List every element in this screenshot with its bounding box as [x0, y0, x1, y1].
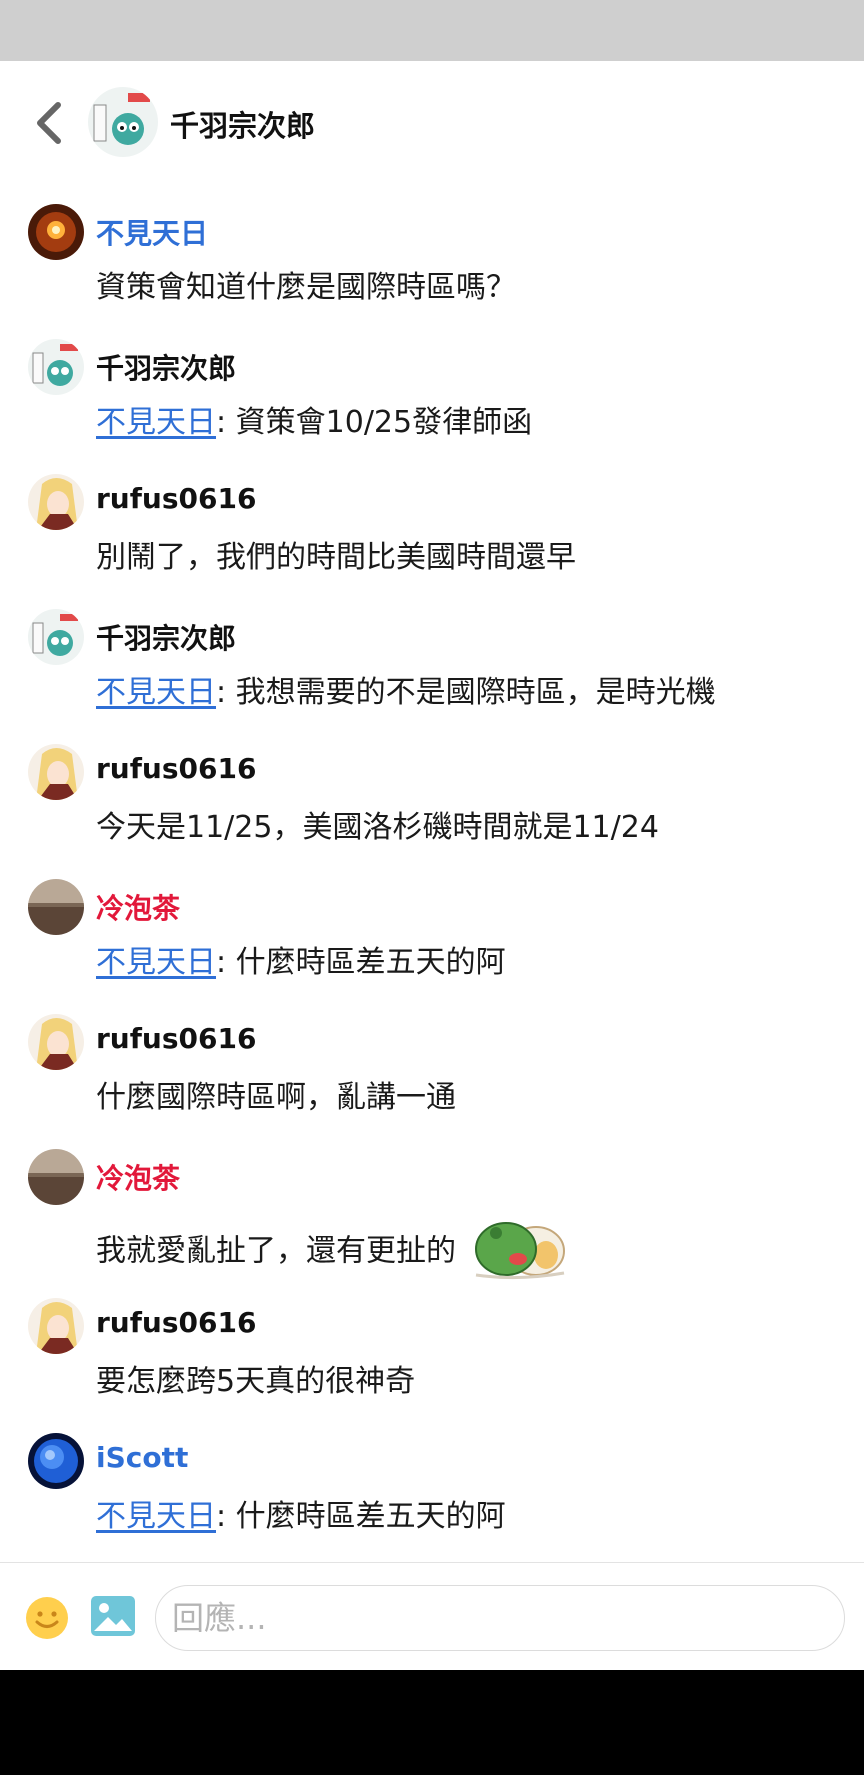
user-avatar[interactable] — [28, 474, 84, 530]
user-avatar[interactable] — [28, 879, 84, 935]
message-text: 不見天日: 資策會10/25發律師函 — [96, 397, 532, 441]
header-avatar[interactable] — [88, 87, 158, 157]
username[interactable]: rufus0616 — [96, 482, 256, 515]
message-body: : 什麼時區差五天的阿 — [216, 945, 506, 980]
user-avatar[interactable] — [28, 204, 84, 260]
landscape-avatar-icon — [28, 1149, 84, 1205]
user-avatar[interactable] — [28, 744, 84, 800]
landscape-avatar-icon — [28, 879, 84, 935]
username[interactable]: 千羽宗次郎 — [96, 617, 236, 657]
system-nav-bar — [0, 1670, 864, 1775]
mention-link[interactable]: 不見天日 — [96, 675, 216, 710]
user-avatar[interactable] — [28, 339, 84, 395]
username[interactable]: 冷泡茶 — [96, 1157, 180, 1197]
emoji-button[interactable] — [24, 1595, 70, 1641]
message-text: 要怎麼跨5天真的很神奇 — [96, 1364, 416, 1399]
cartoon-avatar-icon — [28, 609, 84, 665]
composer-bar — [0, 1562, 864, 1671]
message-text: 不見天日: 我想需要的不是國際時區，是時光機 — [96, 667, 716, 711]
anime-girl-avatar-icon — [28, 744, 84, 800]
mention-link[interactable]: 不見天日 — [96, 1499, 216, 1534]
smiley-icon — [26, 1597, 68, 1639]
user-avatar[interactable] — [28, 1433, 84, 1489]
message-body: : 資策會10/25發律師函 — [216, 405, 533, 440]
username[interactable]: iScott — [96, 1441, 188, 1474]
message-text: 別鬧了，我們的時間比美國時間還早 — [96, 540, 576, 575]
user-avatar[interactable] — [28, 1149, 84, 1205]
user-avatar[interactable] — [28, 1298, 84, 1354]
chevron-left-icon — [37, 102, 61, 144]
planet-avatar-icon — [28, 1433, 84, 1489]
anime-girl-avatar-icon — [28, 1014, 84, 1070]
anime-girl-avatar-icon — [28, 1298, 84, 1354]
cartoon-avatar-icon — [28, 339, 84, 395]
user-avatar[interactable] — [28, 609, 84, 665]
cartoon-avatar-icon — [88, 87, 158, 157]
username[interactable]: rufus0616 — [96, 1306, 256, 1339]
image-button[interactable] — [90, 1595, 136, 1637]
message-body: : 我想需要的不是國際時區，是時光機 — [216, 675, 716, 710]
message-text: 我就愛亂扯了，還有更扯的 — [96, 1215, 570, 1289]
mention-link[interactable]: 不見天日 — [96, 405, 216, 440]
reply-input[interactable] — [155, 1585, 845, 1651]
message-text: 不見天日: 什麼時區差五天的阿 — [96, 937, 506, 981]
mention-link[interactable]: 不見天日 — [96, 945, 216, 980]
message-body: 我就愛亂扯了，還有更扯的 — [96, 1233, 456, 1269]
message-body: : 什麼時區差五天的阿 — [216, 1499, 506, 1534]
message-text: 什麼國際時區啊，亂講一通 — [96, 1080, 456, 1115]
username[interactable]: 冷泡茶 — [96, 887, 180, 927]
chat-header: 千羽宗次郎 — [0, 61, 864, 183]
username[interactable]: 不見天日 — [96, 212, 208, 252]
username[interactable]: rufus0616 — [96, 752, 256, 785]
message-text: 今天是11/25，美國洛杉磯時間就是11/24 — [96, 810, 659, 845]
image-icon — [91, 1596, 135, 1636]
message-text: 不見天日: 什麼時區差五天的阿 — [96, 1491, 506, 1535]
frog-sticker — [466, 1215, 570, 1289]
username[interactable]: rufus0616 — [96, 1022, 256, 1055]
lamp-avatar-icon — [28, 204, 84, 260]
anime-girl-avatar-icon — [28, 474, 84, 530]
username[interactable]: 千羽宗次郎 — [96, 347, 236, 387]
chat-title: 千羽宗次郎 — [170, 109, 316, 143]
status-bar — [0, 0, 864, 61]
back-button[interactable] — [28, 99, 68, 147]
frog-sticker-icon — [475, 1222, 565, 1280]
message-text: 資策會知道什麼是國際時區嗎？ — [96, 270, 516, 305]
user-avatar[interactable] — [28, 1014, 84, 1070]
